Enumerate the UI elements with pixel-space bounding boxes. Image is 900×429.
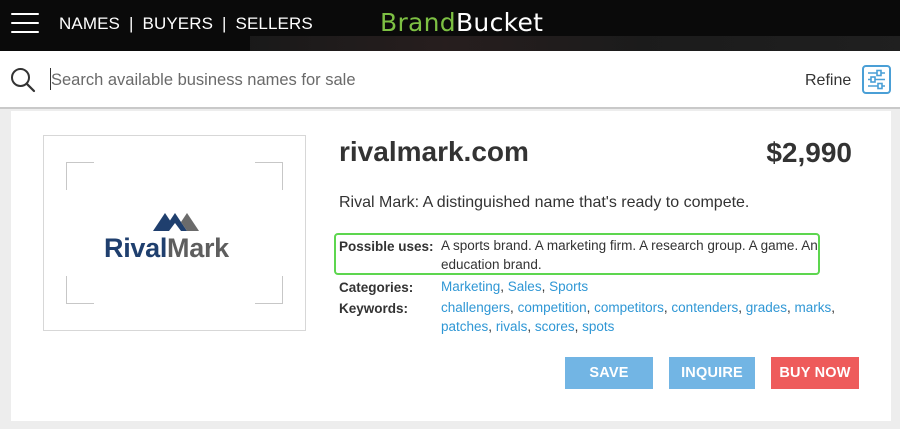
nav-separator: | — [128, 14, 134, 33]
main-nav: NAMES | BUYERS | SELLERS — [59, 14, 313, 34]
save-button[interactable]: SAVE — [565, 357, 653, 389]
search-icon[interactable] — [10, 67, 36, 93]
keyword-link[interactable]: competition — [518, 300, 587, 315]
keyword-link[interactable]: patches — [441, 319, 488, 334]
nav-buyers-link[interactable]: BUYERS — [143, 14, 214, 34]
header-background-image — [250, 36, 900, 51]
domain-tagline: Rival Mark: A distinguished name that's … — [339, 194, 750, 211]
category-link[interactable]: Sales — [508, 279, 542, 294]
logo-wordmark: RivalMark — [104, 233, 229, 264]
category-link[interactable]: Marketing — [441, 279, 500, 294]
inquire-button[interactable]: INQUIRE — [669, 357, 755, 389]
keyword-link[interactable]: competitors — [594, 300, 664, 315]
possible-uses-text: A sports brand. A marketing firm. A rese… — [441, 238, 818, 272]
keyword-link[interactable]: challengers — [441, 300, 510, 315]
keyword-link[interactable]: grades — [746, 300, 787, 315]
nav-names-link[interactable]: NAMES — [59, 14, 120, 34]
keywords-label: Keywords: — [339, 301, 409, 316]
buy-now-button[interactable]: BUY NOW — [771, 357, 859, 389]
logo-word-1: Rival — [104, 233, 168, 263]
sliders-icon[interactable] — [862, 65, 891, 94]
domain-name: rivalmark.com — [339, 136, 529, 167]
listing-card: RivalMark rivalmark.com $2,990 Rival Mar… — [11, 111, 891, 421]
nav-sellers-link[interactable]: SELLERS — [236, 14, 313, 34]
top-navigation-bar: NAMES | BUYERS | SELLERS BrandBucket — [0, 0, 900, 51]
mountain-peaks-icon — [153, 213, 199, 231]
keyword-link[interactable]: rivals — [496, 319, 528, 334]
search-input[interactable] — [51, 67, 651, 93]
brand-logo-part1: Brand — [380, 8, 456, 37]
price: $2,990 — [766, 137, 852, 168]
keyword-link[interactable]: marks — [795, 300, 832, 315]
frame-corner — [66, 276, 94, 304]
frame-corner — [66, 162, 94, 190]
keyword-link[interactable]: scores — [535, 319, 575, 334]
keyword-link[interactable]: spots — [582, 319, 614, 334]
keywords-list: challengers, competition, competitors, c… — [441, 300, 836, 334]
frame-corner — [255, 162, 283, 190]
possible-uses-label: Possible uses: — [339, 239, 434, 254]
nav-separator: | — [222, 14, 227, 33]
frame-corner — [255, 276, 283, 304]
categories-list: Marketing, Sales, Sports — [441, 279, 589, 294]
domain-logo-preview[interactable]: RivalMark — [43, 135, 306, 331]
search-bar: Refine — [0, 51, 900, 109]
category-link[interactable]: Sports — [549, 279, 588, 294]
categories-label: Categories: — [339, 280, 414, 295]
keyword-link[interactable]: contenders — [671, 300, 738, 315]
brandbucket-logo[interactable]: BrandBucket — [380, 8, 543, 37]
refine-label[interactable]: Refine — [805, 72, 851, 90]
logo-word-2: Mark — [167, 233, 229, 263]
hamburger-menu-icon[interactable] — [11, 13, 39, 33]
brand-logo-part2: Bucket — [455, 8, 544, 37]
